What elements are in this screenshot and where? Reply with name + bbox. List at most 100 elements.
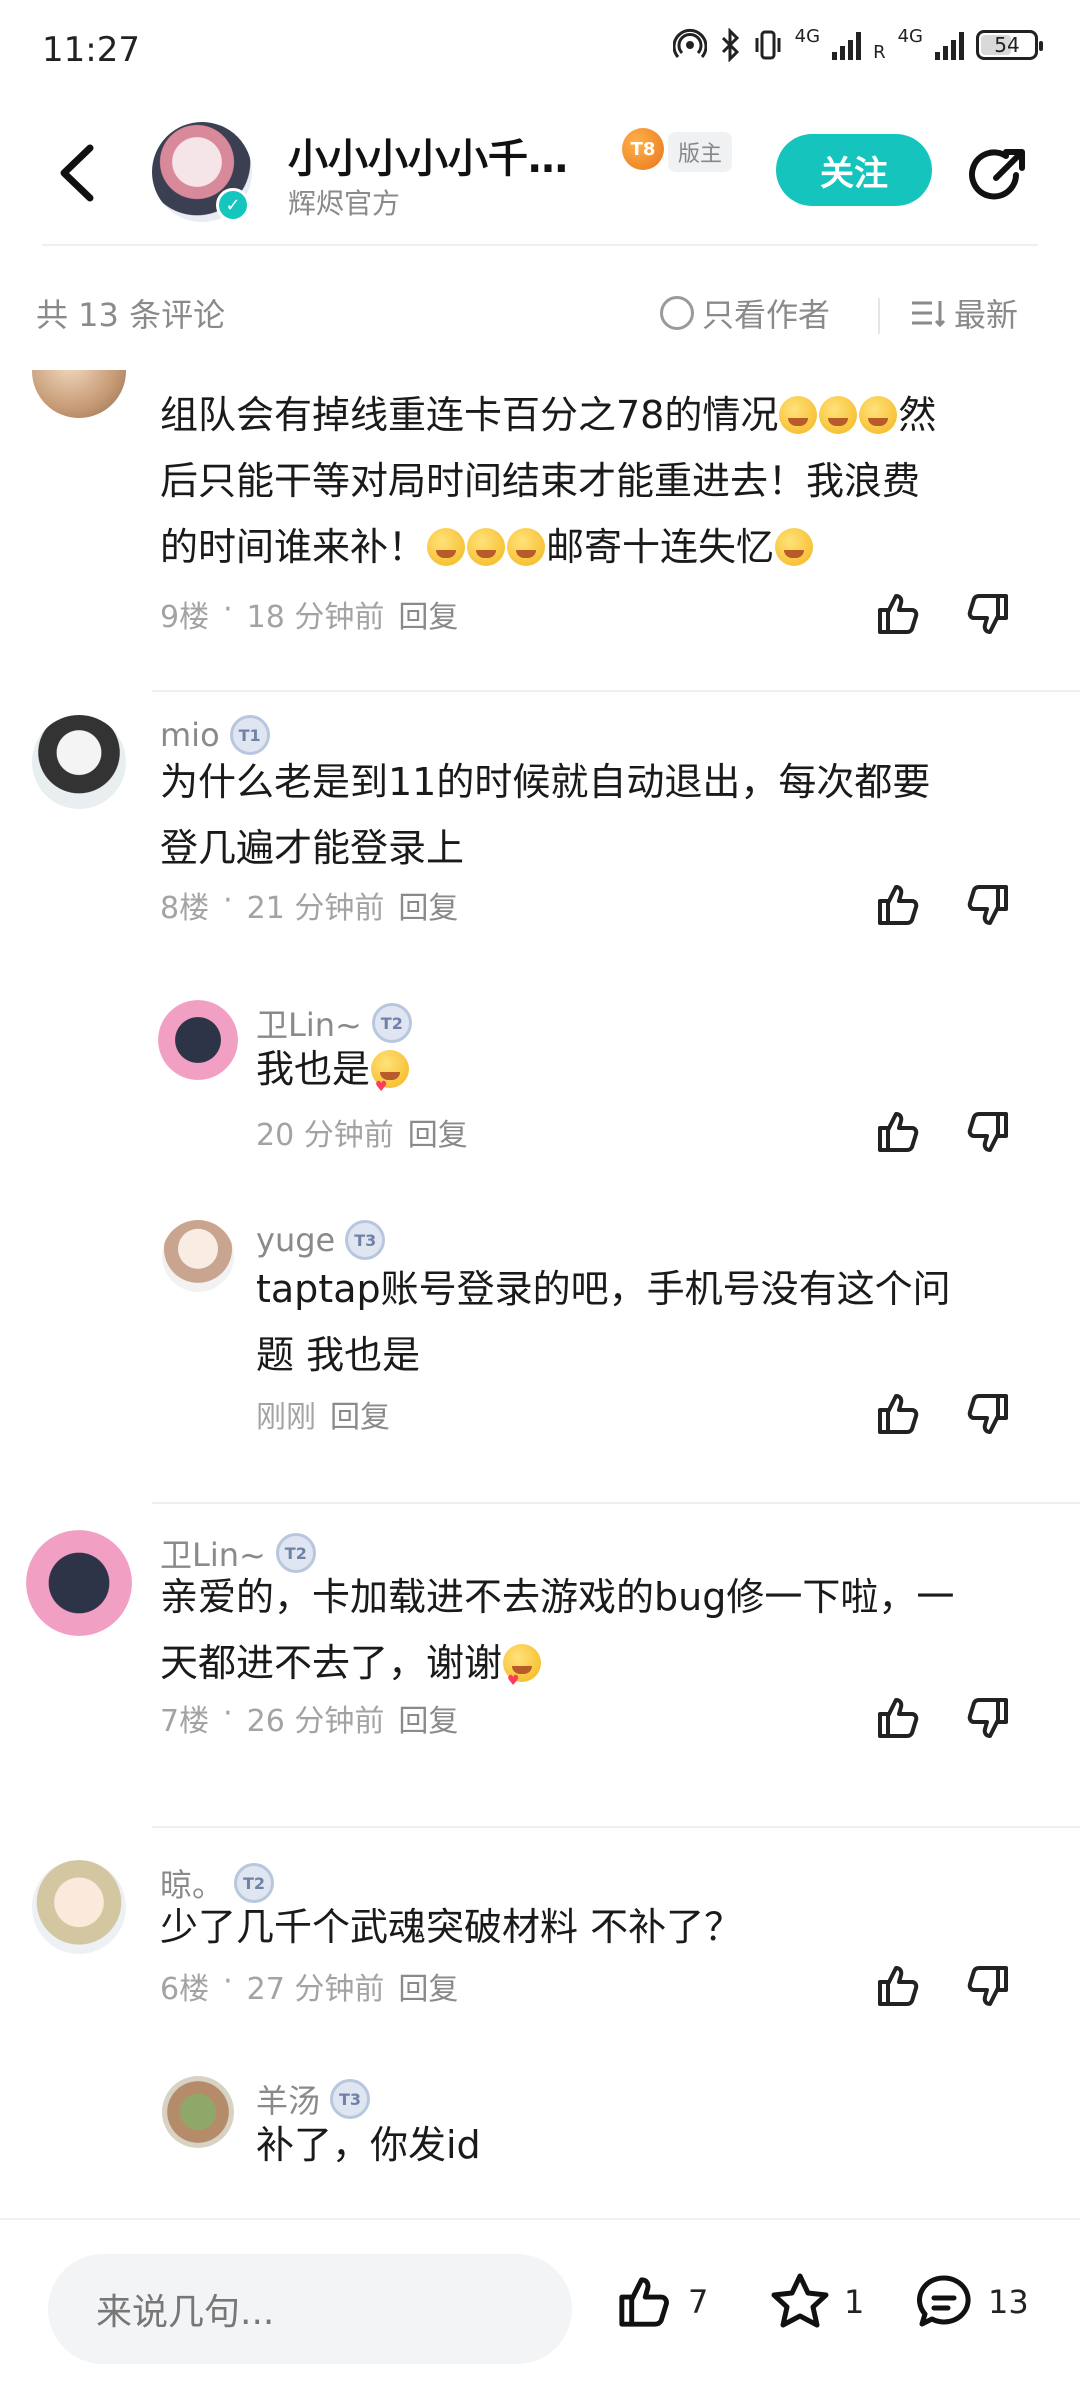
back-arrow-icon[interactable] bbox=[50, 138, 110, 208]
status-bar: 11:27 4G R 4G 54 bbox=[0, 0, 1080, 100]
dislike-icon[interactable] bbox=[962, 1106, 1014, 1158]
like-count: 7 bbox=[688, 2283, 709, 2321]
radio-icon bbox=[660, 296, 694, 330]
emoji-icon bbox=[859, 396, 898, 434]
comment-body: 少了几千个武魂突破材料 不补了？ bbox=[160, 1905, 743, 1949]
reply-button[interactable]: 回复 bbox=[408, 1110, 468, 1154]
floor-number: 7楼 bbox=[160, 1704, 210, 1739]
dislike-icon[interactable] bbox=[962, 588, 1014, 640]
comment-meta: 刚刚 回复 bbox=[256, 1392, 390, 1436]
dislike-icon[interactable] bbox=[962, 1960, 1014, 2012]
comment-time: 27 分钟前 bbox=[246, 1972, 385, 2007]
sort-icon bbox=[912, 301, 946, 328]
bottom-action-bar: 来说几句... 7 1 13 bbox=[0, 2218, 1080, 2400]
favorite-button[interactable]: 1 bbox=[768, 2270, 864, 2334]
emoji-icon bbox=[775, 528, 814, 566]
share-icon[interactable] bbox=[966, 142, 1032, 208]
comment-time: 20 分钟前 bbox=[256, 1118, 394, 1153]
emoji-icon bbox=[507, 528, 546, 566]
like-icon bbox=[619, 2277, 669, 2327]
sort-toggle[interactable]: 最新 bbox=[910, 290, 1018, 336]
dislike-icon[interactable] bbox=[962, 1692, 1014, 1744]
author-level-badge: T8 bbox=[622, 128, 664, 170]
signal-icon-2 bbox=[935, 30, 964, 60]
comment-filter-bar: 共 13 条评论 只看作者 最新 bbox=[0, 280, 1080, 350]
comment-divider bbox=[152, 1826, 1080, 1828]
reply-button[interactable]: 回复 bbox=[398, 1696, 458, 1740]
comment-body: 亲爱的，卡加载进不去游戏的bug修一下啦，一 天都进不去了，谢谢 bbox=[160, 1564, 1040, 1714]
emoji-icon bbox=[819, 396, 858, 434]
battery-icon: 54 bbox=[976, 30, 1043, 60]
comment-time: 21 分钟前 bbox=[246, 891, 385, 926]
signal-icon-1 bbox=[832, 30, 862, 60]
floor-number: 6楼 bbox=[160, 1972, 210, 2007]
author-only-toggle[interactable]: 只看作者 bbox=[660, 290, 830, 336]
avatar[interactable] bbox=[162, 2076, 234, 2148]
reply-button[interactable]: 回复 bbox=[398, 883, 458, 927]
comment-meta: 20 分钟前 回复 bbox=[256, 1110, 468, 1154]
status-time: 11:27 bbox=[42, 30, 140, 70]
avatar[interactable] bbox=[162, 1220, 234, 1292]
comment-body: 我也是 bbox=[256, 1036, 1016, 1120]
comment-meta: 8楼 · 21 分钟前 回复 bbox=[160, 883, 459, 927]
comment-list: 组队会有掉线重连卡百分之78的情况然 后只能干等对局时间结束才能重进去！我浪费 … bbox=[0, 370, 1080, 2218]
avatar[interactable] bbox=[32, 370, 126, 418]
avatar[interactable] bbox=[158, 1000, 238, 1080]
battery-level: 54 bbox=[994, 33, 1020, 57]
emoji-icon bbox=[371, 1050, 410, 1120]
comment-body: 为什么老是到11的时候就自动退出，每次都要 登几遍才能登录上 bbox=[160, 760, 931, 870]
hotspot-icon bbox=[672, 28, 707, 58]
author-subtitle: 辉烬官方 bbox=[288, 187, 401, 220]
floor-number: 8楼 bbox=[160, 891, 210, 926]
reply-button[interactable]: 回复 bbox=[330, 1392, 390, 1436]
emoji-icon bbox=[503, 1644, 542, 1714]
comment-username[interactable]: yuge T3 bbox=[256, 1220, 386, 1260]
floor-number: 9楼 bbox=[160, 600, 210, 635]
comment-body: taptap账号登录的吧，手机号没有这个问 题 我也是 bbox=[256, 1267, 951, 1377]
like-icon[interactable] bbox=[872, 1106, 924, 1158]
network-type-2: 4G bbox=[897, 26, 923, 47]
moderator-tag: 版主 bbox=[668, 132, 733, 172]
comment-body: 组队会有掉线重连卡百分之78的情况然 后只能干等对局时间结束才能重进去！我浪费 … bbox=[160, 393, 937, 569]
comment-count: 共 13 条评论 bbox=[36, 296, 226, 334]
status-icons: 4G R 4G 54 bbox=[672, 26, 1043, 63]
comment-divider bbox=[152, 1502, 1080, 1504]
comment-time: 刚刚 bbox=[256, 1400, 316, 1435]
follow-button[interactable]: 关注 bbox=[776, 134, 932, 206]
comment-input[interactable]: 来说几句... bbox=[48, 2254, 572, 2364]
like-icon[interactable] bbox=[872, 1692, 924, 1744]
emoji-icon bbox=[427, 528, 466, 566]
like-icon[interactable] bbox=[872, 588, 924, 640]
user-level-badge: T3 bbox=[345, 1220, 386, 1260]
avatar[interactable] bbox=[32, 1860, 126, 1954]
comment-body: 补了，你发id bbox=[256, 2123, 481, 2167]
comment-icon bbox=[917, 2275, 971, 2327]
avatar[interactable] bbox=[32, 715, 126, 809]
reply-button[interactable]: 回复 bbox=[398, 1964, 458, 2008]
like-post-button[interactable]: 7 bbox=[612, 2270, 708, 2334]
like-icon[interactable] bbox=[872, 1388, 924, 1440]
roaming-indicator: R bbox=[873, 42, 886, 63]
comment-time: 26 分钟前 bbox=[246, 1704, 385, 1739]
emoji-icon bbox=[779, 396, 818, 434]
comment-divider bbox=[152, 690, 1080, 692]
emoji-icon bbox=[467, 528, 506, 566]
dislike-icon[interactable] bbox=[962, 1388, 1014, 1440]
comment-meta: 6楼 · 27 分钟前 回复 bbox=[160, 1964, 459, 2008]
sort-label: 最新 bbox=[954, 296, 1019, 334]
vibrate-icon bbox=[755, 30, 781, 60]
dislike-icon[interactable] bbox=[962, 879, 1014, 931]
like-icon[interactable] bbox=[872, 1960, 924, 2012]
avatar[interactable] bbox=[26, 1530, 132, 1636]
comment-meta: 9楼 · 18 分钟前 回复 bbox=[160, 592, 459, 636]
star-icon bbox=[771, 2273, 829, 2328]
comment-time: 18 分钟前 bbox=[246, 600, 385, 635]
author-name[interactable]: 小小小小小千… bbox=[288, 126, 608, 184]
reply-button[interactable]: 回复 bbox=[398, 592, 458, 636]
comment-button[interactable]: 13 bbox=[912, 2270, 1029, 2334]
filter-divider bbox=[878, 298, 880, 334]
verified-icon: ✓ bbox=[216, 188, 250, 222]
header-divider bbox=[42, 244, 1038, 246]
like-icon[interactable] bbox=[872, 879, 924, 931]
author-only-label: 只看作者 bbox=[702, 296, 831, 334]
